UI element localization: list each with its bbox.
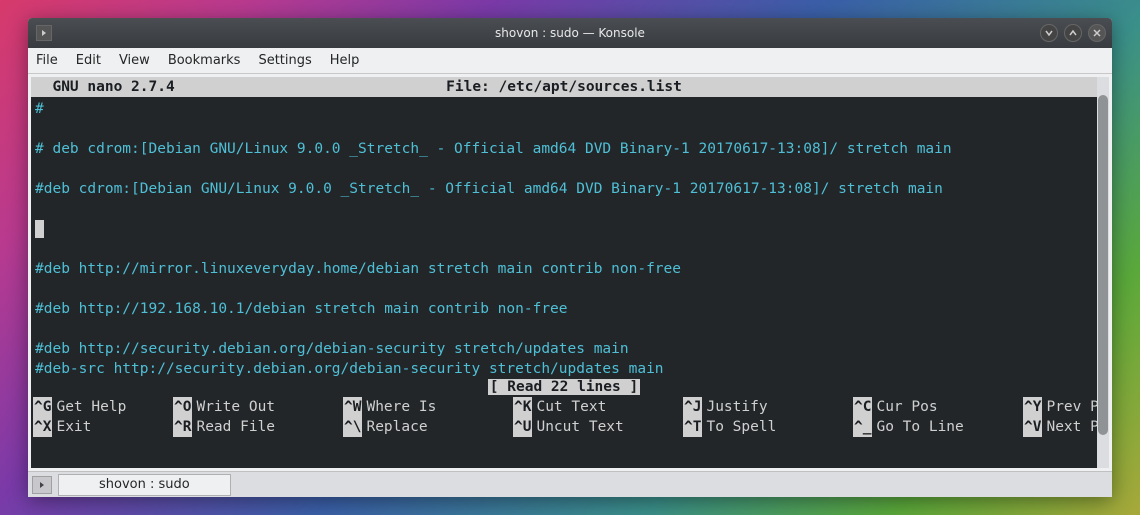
menu-edit[interactable]: Edit <box>76 53 101 68</box>
new-tab-button[interactable] <box>32 476 52 494</box>
cursor <box>35 220 44 238</box>
window-controls <box>1040 24 1106 42</box>
maximize-button[interactable] <box>1064 24 1082 42</box>
nano-line: #deb http://192.168.10.1/debian stretch … <box>35 299 1093 319</box>
menu-help[interactable]: Help <box>330 53 360 68</box>
konsole-window: shovon : sudo — Konsole File Edit View B… <box>28 18 1112 497</box>
scrollbar[interactable] <box>1097 77 1109 468</box>
nano-line: #deb http://mirror.linuxeveryday.home/de… <box>35 259 1093 279</box>
nano-line <box>35 219 1093 239</box>
nano-line: # <box>35 99 1093 119</box>
nano-line: # deb cdrom:[Debian GNU/Linux 9.0.0 _Str… <box>35 139 1093 159</box>
app-menu-icon[interactable] <box>36 25 52 41</box>
shortcut-read-file: ^RRead File <box>173 417 343 437</box>
menu-file[interactable]: File <box>36 53 58 68</box>
nano-line <box>35 279 1093 299</box>
menubar: File Edit View Bookmarks Settings Help <box>28 48 1112 74</box>
shortcut-get-help: ^GGet Help <box>33 397 173 417</box>
tabbar: shovon : sudo <box>28 471 1112 497</box>
window-title: shovon : sudo — Konsole <box>28 26 1112 40</box>
shortcut-go-to-line: ^_Go To Line <box>853 417 1023 437</box>
menu-view[interactable]: View <box>119 53 150 68</box>
nano-line <box>35 159 1093 179</box>
nano-line <box>35 119 1093 139</box>
nano-status-text: [ Read 22 lines ] <box>488 379 640 395</box>
nano-shortcuts: ^GGet Help ^OWrite Out ^WWhere Is ^KCut … <box>31 397 1097 437</box>
shortcut-replace: ^\Replace <box>343 417 513 437</box>
shortcut-justify: ^JJustify <box>683 397 853 417</box>
nano-header: GNU nano 2.7.4 File: /etc/apt/sources.li… <box>31 77 1097 97</box>
shortcut-next-page: ^VNext Page <box>1023 417 1097 437</box>
minimize-button[interactable] <box>1040 24 1058 42</box>
terminal[interactable]: GNU nano 2.7.4 File: /etc/apt/sources.li… <box>31 77 1097 468</box>
terminal-area: GNU nano 2.7.4 File: /etc/apt/sources.li… <box>31 77 1109 468</box>
nano-line: #deb cdrom:[Debian GNU/Linux 9.0.0 _Stre… <box>35 179 1093 199</box>
shortcut-where-is: ^WWhere Is <box>343 397 513 417</box>
menu-bookmarks[interactable]: Bookmarks <box>168 53 241 68</box>
nano-line <box>35 239 1093 259</box>
shortcut-prev-page: ^YPrev Page <box>1023 397 1097 417</box>
tab-label: shovon : sudo <box>99 477 190 492</box>
tab-shovon-sudo[interactable]: shovon : sudo <box>58 474 231 496</box>
nano-line <box>35 199 1093 219</box>
nano-file-label: File: /etc/apt/sources.list <box>31 77 1097 97</box>
close-button[interactable] <box>1088 24 1106 42</box>
nano-line: #deb-src http://security.debian.org/debi… <box>35 359 1093 379</box>
nano-line <box>35 319 1093 339</box>
nano-content[interactable]: # # deb cdrom:[Debian GNU/Linux 9.0.0 _S… <box>31 97 1097 377</box>
shortcut-uncut-text: ^UUncut Text <box>513 417 683 437</box>
nano-line: #deb http://security.debian.org/debian-s… <box>35 339 1093 359</box>
shortcut-write-out: ^OWrite Out <box>173 397 343 417</box>
menu-settings[interactable]: Settings <box>258 53 311 68</box>
shortcut-cur-pos: ^CCur Pos <box>853 397 1023 417</box>
shortcut-cut-text: ^KCut Text <box>513 397 683 417</box>
titlebar[interactable]: shovon : sudo — Konsole <box>28 18 1112 48</box>
nano-status-bar: [ Read 22 lines ] <box>31 377 1097 397</box>
scrollbar-thumb[interactable] <box>1098 95 1108 435</box>
shortcut-exit: ^XExit <box>33 417 173 437</box>
shortcut-to-spell: ^TTo Spell <box>683 417 853 437</box>
